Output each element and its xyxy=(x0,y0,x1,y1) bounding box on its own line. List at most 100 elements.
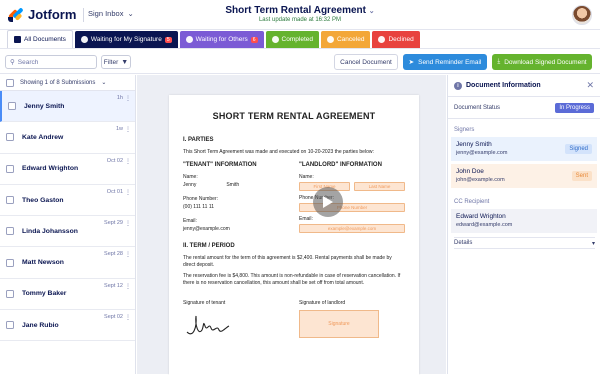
more-icon[interactable]: ⋮ xyxy=(125,251,131,258)
status-badge: In Progress xyxy=(555,102,594,113)
signer-name: Kate Andrew xyxy=(22,133,64,141)
row-checkbox[interactable] xyxy=(6,321,14,330)
signer-card[interactable]: Jenny Smith jenny@example.com Signed xyxy=(451,137,597,161)
tab-completed[interactable]: Completed xyxy=(265,31,319,48)
document-status-row: Document Status In Progress xyxy=(448,97,600,119)
tenant-signature-block: Signature of tenant xyxy=(183,295,289,342)
list-item[interactable]: Tommy Baker Sept 12 ⋮ xyxy=(0,279,135,311)
chevron-down-icon[interactable]: ⌄ xyxy=(101,79,106,86)
submission-list: Showing 1 of 8 Submissions ⌄ Jenny Smith… xyxy=(0,75,136,374)
search-input[interactable]: ⚲ Search xyxy=(5,55,97,69)
play-button[interactable] xyxy=(313,187,343,217)
email-field[interactable]: example@example.com xyxy=(299,224,405,233)
send-icon: ➤ xyxy=(408,59,415,66)
list-item[interactable]: Edward Wrighton Oct 02 ⋮ xyxy=(0,154,135,185)
signer-name: Matt Newson xyxy=(22,259,64,267)
signer-card[interactable]: John Doe john@example.com Sent xyxy=(451,164,597,188)
count-badge: 5 xyxy=(164,36,172,43)
item-date: 1w xyxy=(115,126,123,133)
item-date: Sept 02 xyxy=(104,314,123,321)
tenant-signature-image xyxy=(186,315,230,335)
more-icon[interactable]: ⋮ xyxy=(125,126,131,133)
more-icon[interactable]: ⋮ xyxy=(125,314,131,321)
info-icon: i xyxy=(454,81,462,90)
section-title: II. TERM / PERIOD xyxy=(183,243,235,249)
paragraph: The rental amount for the term of this a… xyxy=(183,255,392,268)
filter-button[interactable]: Filter ▼ xyxy=(101,55,131,69)
row-checkbox[interactable] xyxy=(6,133,14,142)
tenant-info: "TENANT" INFORMATION Name: Jenny Smith Ph… xyxy=(183,162,289,233)
chevron-down-icon: ▾ xyxy=(591,240,595,247)
item-date: 1h xyxy=(116,95,123,101)
cc-recipient-card[interactable]: Edward Wrighton edward@example.com xyxy=(451,209,597,233)
showing-count: Showing 1 of 8 Submissions xyxy=(20,79,96,86)
count-badge: 6 xyxy=(250,36,258,43)
last-name-field[interactable]: Last Name xyxy=(354,182,405,191)
top-bar: Jotform Sign Inbox ⌄ Short Term Rental A… xyxy=(0,0,600,30)
tenant-phone: (00) 111 11 11 xyxy=(183,204,215,210)
select-all-checkbox[interactable] xyxy=(6,78,14,87)
section-title: I. PARTIES xyxy=(183,137,214,143)
row-checkbox[interactable] xyxy=(6,196,14,205)
details-dropdown[interactable]: Details ▾ xyxy=(454,237,595,249)
signer-status-badge: Signed xyxy=(565,144,592,154)
list-header: Showing 1 of 8 Submissions ⌄ xyxy=(0,75,135,91)
more-icon[interactable]: ⋮ xyxy=(125,158,131,165)
more-icon[interactable]: ⋮ xyxy=(125,283,131,290)
status-tabs: All Documents Waiting for My Signature 5 … xyxy=(0,30,600,48)
item-date: Oct 02 xyxy=(106,157,123,164)
document-title[interactable]: Short Term Rental Agreement ⌄ xyxy=(0,5,600,16)
document-viewer: SHORT TERM RENTAL AGREEMENT I. PARTIES T… xyxy=(137,75,446,375)
send-reminder-button[interactable]: ➤ Send Reminder Email xyxy=(403,54,487,70)
declined-icon xyxy=(378,36,386,43)
more-icon[interactable]: ⋮ xyxy=(125,189,131,196)
more-icon[interactable]: ⋮ xyxy=(125,95,131,102)
list-item[interactable]: Theo Gaston Oct 01 ⋮ xyxy=(0,185,135,217)
row-checkbox[interactable] xyxy=(6,258,14,267)
signer-name: Edward Wrighton xyxy=(22,165,79,173)
list-item[interactable]: Jenny Smith 1h ⋮ xyxy=(0,91,135,123)
users-icon xyxy=(185,36,193,43)
cc-name: Edward Wrighton xyxy=(456,213,506,220)
download-signed-button[interactable]: ⤓ Download Signed Document xyxy=(492,54,592,70)
chevron-down-icon: ⌄ xyxy=(368,8,375,15)
cancel-icon xyxy=(326,36,334,43)
more-icon[interactable]: ⋮ xyxy=(125,220,131,227)
toolbar: ⚲ Search Filter ▼ Cancel Document ➤ Send … xyxy=(0,48,600,74)
check-icon xyxy=(271,36,279,43)
document-page: SHORT TERM RENTAL AGREEMENT I. PARTIES T… xyxy=(169,95,419,375)
paragraph: This Short Term Agreement was made and e… xyxy=(183,149,374,155)
item-date: Sept 28 xyxy=(104,251,123,258)
document-heading: SHORT TERM RENTAL AGREEMENT xyxy=(212,111,376,121)
tab-waiting-for-others[interactable]: Waiting for Others 6 xyxy=(179,31,264,48)
list-item[interactable]: Jane Rubio Sept 02 ⋮ xyxy=(0,310,135,342)
user-avatar[interactable] xyxy=(572,5,592,25)
play-icon xyxy=(323,196,333,208)
documents-icon xyxy=(14,36,21,43)
signer-status-badge: Sent xyxy=(571,171,592,181)
cancel-document-button[interactable]: Cancel Document xyxy=(334,54,398,70)
landlord-signature-block: Signature of landlord Signature xyxy=(299,295,405,342)
tab-waiting-for-my-signature[interactable]: Waiting for My Signature 5 xyxy=(74,31,178,48)
paragraph: The reservation fee is $4,800. This amou… xyxy=(183,273,401,286)
tab-all-documents[interactable]: All Documents xyxy=(7,30,73,48)
tab-canceled[interactable]: Canceled xyxy=(320,31,371,48)
signer-name: Linda Johansson xyxy=(22,227,78,235)
landlord-signature-field[interactable]: Signature xyxy=(299,310,379,338)
row-checkbox[interactable] xyxy=(6,164,14,173)
tenant-first-name: Jenny xyxy=(183,182,197,188)
list-item[interactable]: Kate Andrew 1w ⋮ xyxy=(0,122,135,154)
document-info-panel: i Document Information ✕ Document Status… xyxy=(447,75,600,374)
signer-name: Jenny Smith xyxy=(24,102,65,110)
item-date: Sept 29 xyxy=(104,220,123,227)
row-checkbox[interactable] xyxy=(6,227,14,236)
list-item[interactable]: Linda Johansson Sept 29 ⋮ xyxy=(0,216,135,248)
signer-name: Theo Gaston xyxy=(22,196,64,204)
search-icon: ⚲ xyxy=(10,59,15,66)
tab-declined[interactable]: Declined xyxy=(372,31,420,48)
list-item[interactable]: Matt Newson Sept 28 ⋮ xyxy=(0,247,135,279)
close-icon[interactable]: ✕ xyxy=(586,80,594,91)
row-checkbox[interactable] xyxy=(6,289,14,298)
row-checkbox[interactable] xyxy=(8,102,16,111)
user-icon xyxy=(80,36,88,43)
